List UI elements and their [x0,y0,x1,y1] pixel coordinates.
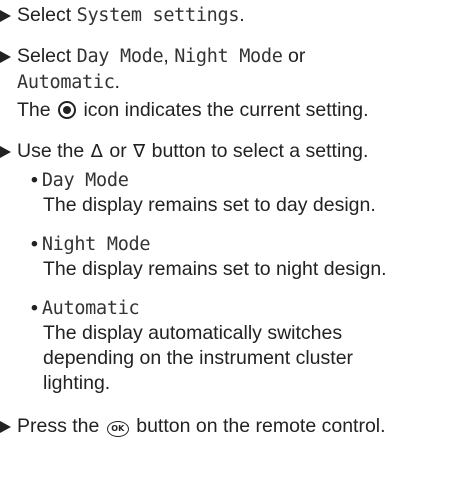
step-arrow-icon [0,10,11,22]
list-item-night-mode: • Night Mode [31,232,151,257]
down-triangle-icon: ∇ [133,141,146,162]
bullet: • [31,233,38,255]
option-description: The display remains set to night design. [43,258,387,280]
step3-or: or [109,140,127,162]
step-arrow-icon [0,146,11,158]
option-day-mode: Day Mode [76,46,164,67]
note-before: The [17,99,51,121]
step-arrow-icon [0,51,11,63]
list-item-automatic: • Automatic [31,296,140,321]
option-night-mode: Night Mode [174,46,283,67]
option-description: The display automatically switches [43,322,343,344]
bullet: • [31,297,38,319]
step-arrow-icon [0,421,11,433]
step-select-system-settings: Select System settings. [0,3,245,28]
bullet: • [31,169,38,191]
step-select-mode-cont: Automatic. [17,70,120,95]
step3-before: Use the [17,140,85,162]
radio-selected-icon [58,101,77,119]
step-press-ok: Press the OK button on the remote contro… [0,414,386,438]
menu-item-system-settings: System settings [76,5,240,26]
option-description: lighting. [43,372,111,394]
step1-prefix: Select [17,4,72,26]
step-use-buttons: Use the Δ or ∇ button to select a settin… [0,139,368,164]
step2-separator: , [163,45,169,67]
step3-after: button to select a setting. [151,140,369,162]
option-automatic: Automatic [17,72,115,93]
option-name: Automatic [41,298,140,319]
option-description: The display remains set to day design. [43,194,376,216]
step-select-mode: Select Day Mode, Night Mode or [0,44,305,69]
step2-suffix: . [114,71,120,93]
note-after: icon indicates the current setting. [83,99,369,121]
step1-suffix: . [239,4,245,26]
up-triangle-icon: Δ [90,141,103,162]
step2-prefix: Select [17,45,72,67]
current-setting-note: The icon indicates the current setting. [17,98,369,122]
option-description: depending on the instrument cluster [43,347,354,369]
instruction-page: Select System settings. Select Day Mode,… [0,0,462,483]
step4-after: button on the remote control. [136,415,386,437]
ok-button-icon: OK [106,421,129,437]
step4-before: Press the [17,415,100,437]
option-name: Night Mode [41,234,151,255]
step2-or: or [288,45,306,67]
list-item-day-mode: • Day Mode [31,168,129,193]
option-name: Day Mode [41,170,129,191]
